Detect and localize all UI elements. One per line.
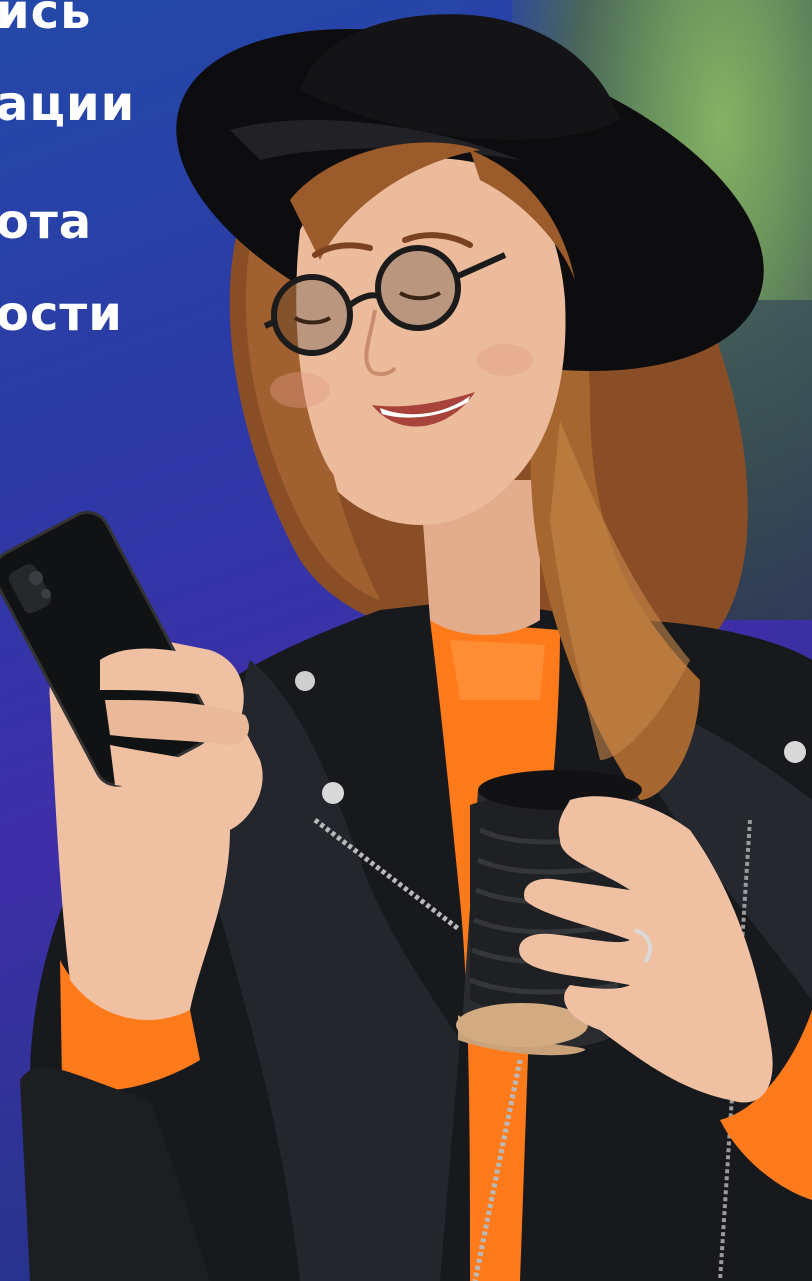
promo-banner: ись ации ота ости (0, 0, 812, 1281)
woman-photo (0, 14, 812, 1281)
